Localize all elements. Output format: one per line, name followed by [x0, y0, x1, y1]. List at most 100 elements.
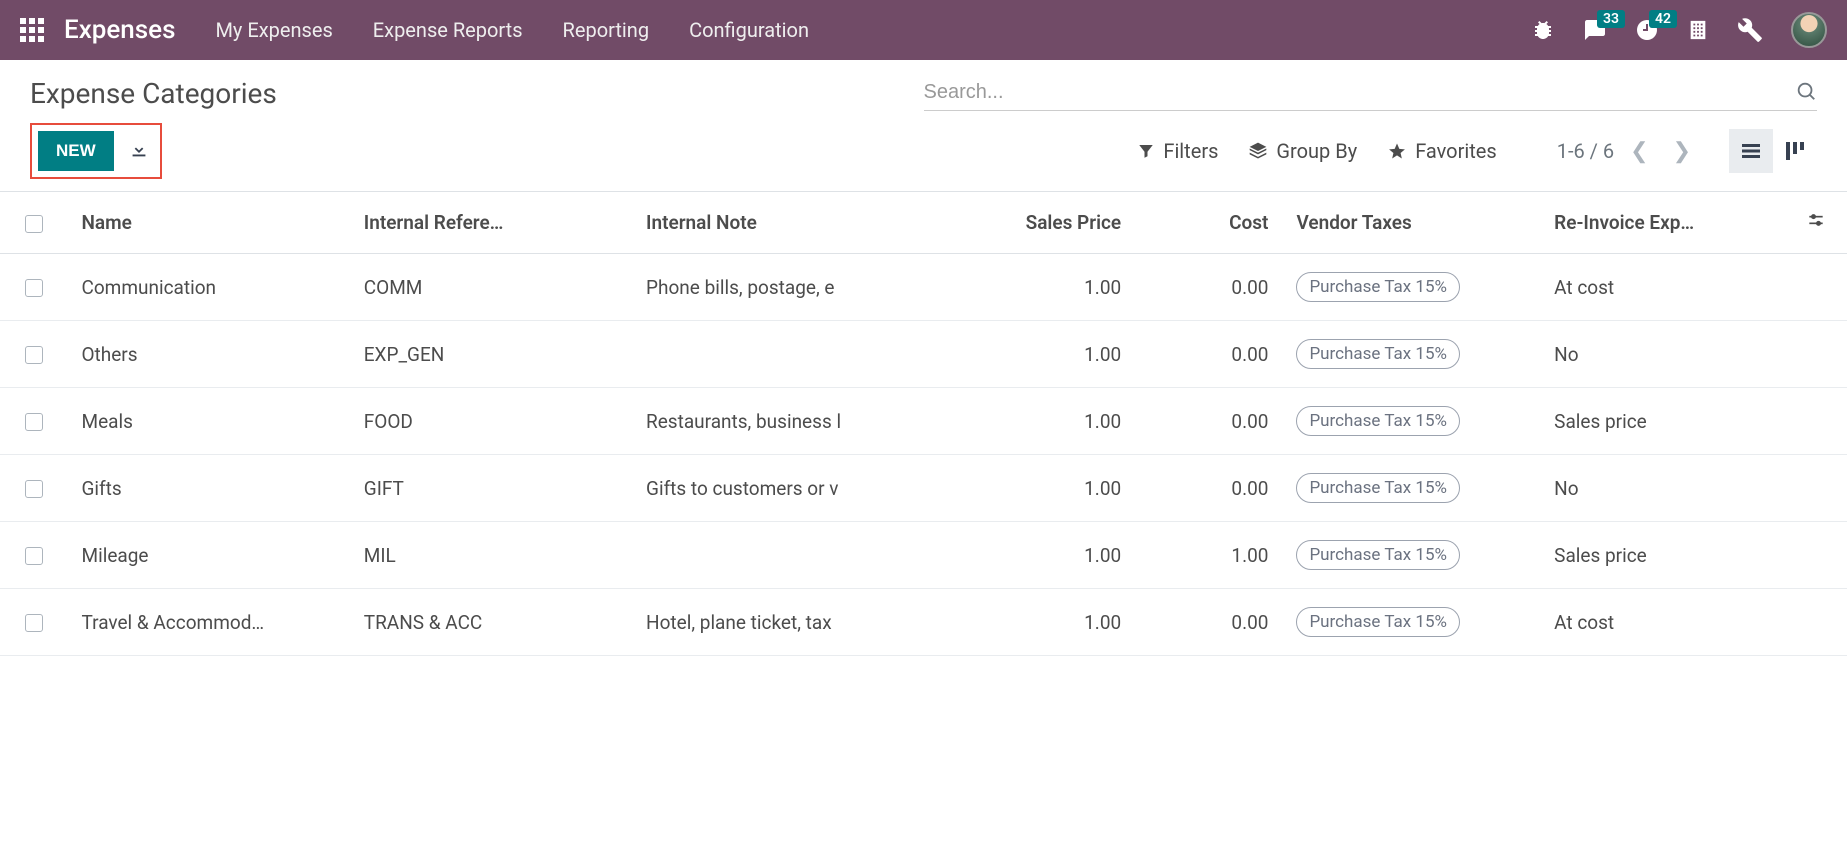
cell-name: Mileage — [67, 522, 349, 589]
apps-icon[interactable] — [20, 18, 44, 42]
table-row[interactable]: Travel & Accommod…TRANS & ACCHotel, plan… — [0, 589, 1847, 656]
tax-tag[interactable]: Purchase Tax 15% — [1296, 473, 1460, 503]
table-row[interactable]: MileageMIL1.001.00Purchase Tax 15%Sales … — [0, 522, 1847, 589]
cell-sales: 1.00 — [951, 455, 1135, 522]
pager: 1-6 / 6 ❮ ❯ — [1557, 135, 1699, 168]
menu-reporting[interactable]: Reporting — [563, 18, 650, 42]
cell-reinvoice: No — [1540, 321, 1785, 388]
tax-tag[interactable]: Purchase Tax 15% — [1296, 406, 1460, 436]
cell-note: Phone bills, postage, e — [632, 254, 951, 321]
highlight-new-import: NEW — [30, 123, 162, 179]
cell-name: Gifts — [67, 455, 349, 522]
cell-name: Travel & Accommod… — [67, 589, 349, 656]
import-icon[interactable] — [128, 138, 150, 164]
categories-table: Name Internal Refere… Internal Note Sale… — [0, 192, 1847, 656]
cell-cost: 1.00 — [1135, 522, 1282, 589]
cell-note: Hotel, plane ticket, tax — [632, 589, 951, 656]
cell-cost: 0.00 — [1135, 455, 1282, 522]
control-panel: Expense Categories NEW Filters Group By — [0, 60, 1847, 192]
cell-note — [632, 321, 951, 388]
cell-note: Restaurants, business l — [632, 388, 951, 455]
navbar: Expenses My Expenses Expense Reports Rep… — [0, 0, 1847, 60]
groupby-button[interactable]: Group By — [1248, 139, 1357, 163]
pager-range[interactable]: 1-6 / 6 — [1557, 139, 1614, 163]
filters-button[interactable]: Filters — [1137, 139, 1218, 163]
cell-ref: EXP_GEN — [350, 321, 632, 388]
cell-tax: Purchase Tax 15% — [1282, 321, 1540, 388]
view-kanban-button[interactable] — [1773, 129, 1817, 173]
filter-group: Filters Group By Favorites — [1137, 139, 1496, 163]
search-icon[interactable] — [1795, 80, 1817, 106]
row-checkbox[interactable] — [25, 480, 43, 498]
list-view: Name Internal Refere… Internal Note Sale… — [0, 192, 1847, 656]
activities-badge: 42 — [1649, 10, 1677, 28]
menu-configuration[interactable]: Configuration — [689, 18, 809, 42]
cell-cost: 0.00 — [1135, 321, 1282, 388]
cell-reinvoice: No — [1540, 455, 1785, 522]
row-checkbox[interactable] — [25, 279, 43, 297]
col-ref[interactable]: Internal Refere… — [350, 192, 632, 254]
tax-tag[interactable]: Purchase Tax 15% — [1296, 540, 1460, 570]
cell-sales: 1.00 — [951, 589, 1135, 656]
col-cost[interactable]: Cost — [1135, 192, 1282, 254]
menu-expense-reports[interactable]: Expense Reports — [373, 18, 523, 42]
cell-tax: Purchase Tax 15% — [1282, 388, 1540, 455]
pager-next[interactable]: ❯ — [1665, 135, 1699, 168]
messages-badge: 33 — [1597, 10, 1625, 28]
cell-tax: Purchase Tax 15% — [1282, 254, 1540, 321]
row-checkbox[interactable] — [25, 346, 43, 364]
cell-ref: FOOD — [350, 388, 632, 455]
tax-tag[interactable]: Purchase Tax 15% — [1296, 339, 1460, 369]
row-checkbox[interactable] — [25, 547, 43, 565]
groupby-label: Group By — [1276, 139, 1357, 163]
col-vendor[interactable]: Vendor Taxes — [1282, 192, 1540, 254]
menu-my-expenses[interactable]: My Expenses — [215, 18, 332, 42]
cell-tax: Purchase Tax 15% — [1282, 522, 1540, 589]
new-button[interactable]: NEW — [38, 131, 114, 171]
select-all-checkbox[interactable] — [25, 215, 43, 233]
col-sales[interactable]: Sales Price — [951, 192, 1135, 254]
row-checkbox[interactable] — [25, 614, 43, 632]
breadcrumb: Expense Categories — [30, 77, 924, 110]
cell-sales: 1.00 — [951, 388, 1135, 455]
view-list-button[interactable] — [1729, 129, 1773, 173]
cell-ref: TRANS & ACC — [350, 589, 632, 656]
cell-cost: 0.00 — [1135, 589, 1282, 656]
favorites-button[interactable]: Favorites — [1387, 139, 1497, 163]
filters-label: Filters — [1163, 139, 1218, 163]
table-row[interactable]: MealsFOODRestaurants, business l1.000.00… — [0, 388, 1847, 455]
cell-tax: Purchase Tax 15% — [1282, 589, 1540, 656]
cell-cost: 0.00 — [1135, 254, 1282, 321]
cell-reinvoice: At cost — [1540, 589, 1785, 656]
cell-reinvoice: At cost — [1540, 254, 1785, 321]
debug-icon[interactable] — [1531, 18, 1555, 42]
col-reinvoice[interactable]: Re-Invoice Exp… — [1540, 192, 1785, 254]
column-options-icon[interactable] — [1806, 212, 1826, 235]
view-switcher — [1729, 129, 1817, 173]
table-header-row: Name Internal Refere… Internal Note Sale… — [0, 192, 1847, 254]
app-brand[interactable]: Expenses — [64, 15, 175, 45]
cell-reinvoice: Sales price — [1540, 388, 1785, 455]
search-input[interactable] — [924, 75, 1788, 110]
tools-icon[interactable] — [1737, 17, 1763, 43]
activities-icon[interactable]: 42 — [1635, 18, 1659, 42]
cell-name: Others — [67, 321, 349, 388]
tax-tag[interactable]: Purchase Tax 15% — [1296, 607, 1460, 637]
cell-sales: 1.00 — [951, 254, 1135, 321]
table-row[interactable]: GiftsGIFTGifts to customers or v1.000.00… — [0, 455, 1847, 522]
col-name[interactable]: Name — [67, 192, 349, 254]
building-icon[interactable] — [1687, 19, 1709, 41]
tax-tag[interactable]: Purchase Tax 15% — [1296, 272, 1460, 302]
cell-note: Gifts to customers or v — [632, 455, 951, 522]
cell-ref: MIL — [350, 522, 632, 589]
messages-icon[interactable]: 33 — [1583, 18, 1607, 42]
col-note[interactable]: Internal Note — [632, 192, 951, 254]
row-checkbox[interactable] — [25, 413, 43, 431]
table-row[interactable]: CommunicationCOMMPhone bills, postage, e… — [0, 254, 1847, 321]
avatar[interactable] — [1791, 12, 1827, 48]
cell-name: Communication — [67, 254, 349, 321]
pager-prev[interactable]: ❮ — [1622, 135, 1656, 168]
cell-tax: Purchase Tax 15% — [1282, 455, 1540, 522]
table-row[interactable]: OthersEXP_GEN1.000.00Purchase Tax 15%No — [0, 321, 1847, 388]
cell-name: Meals — [67, 388, 349, 455]
